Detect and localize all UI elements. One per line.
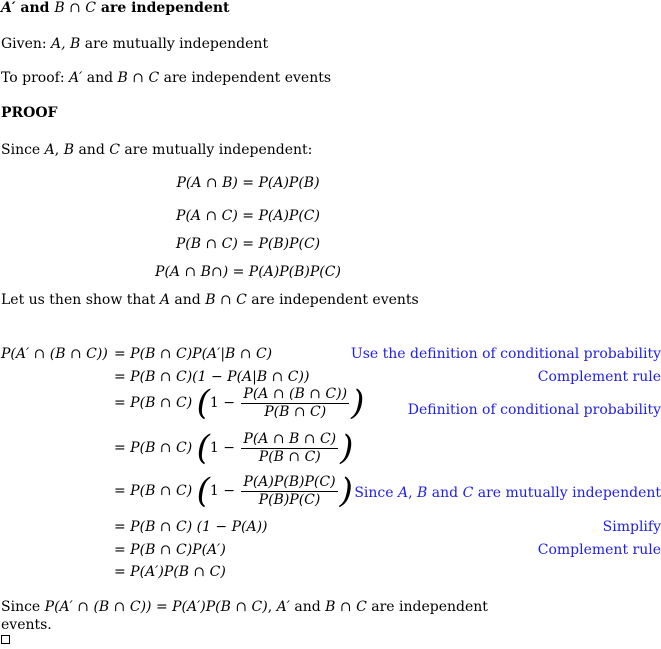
show-line: Let us then show that A and B ∩ C are in… [1, 293, 419, 307]
left-paren: ( [196, 383, 210, 423]
math-b-cap-c: B ∩ C [205, 292, 247, 308]
equation-ab: P(A ∩ B) = P(A)P(B) [176, 175, 320, 191]
derivation-lhs: P(A′ ∩ (B ∩ C)) [1, 346, 108, 362]
to-proof-line: To proof: A′ and B ∩ C are independent e… [1, 71, 331, 85]
left-paren: ( [196, 471, 210, 511]
one-minus: 1 − [209, 483, 235, 499]
derivation-step: = P(B ∩ C) (1 − P(A ∩ (B ∩ C)) P(B ∩ C)) [114, 386, 364, 420]
math-a-prime: A′ [69, 70, 83, 86]
math-c: C [462, 485, 474, 501]
proof-heading: PROOF [1, 105, 58, 121]
since-text: are mutually independent: [119, 142, 313, 158]
step-annotation: Since A, B and C are mutually independen… [354, 486, 661, 500]
fraction-denominator: P(B ∩ C) [258, 448, 321, 465]
to-proof-text: are independent events [159, 70, 332, 86]
math-b-cap-c: B ∩ C [117, 70, 160, 86]
math-a: A [398, 485, 409, 501]
note-text: , [408, 485, 418, 501]
derivation-step: = P(B ∩ C) (1 − P(A)P(B)P(C) P(B)P(C)) [114, 474, 353, 508]
math-a-prime: A′ [1, 0, 16, 16]
document-title: A′ and B ∩ C are independent [1, 1, 230, 15]
equation-bc: P(B ∩ C) = P(B)P(C) [175, 236, 321, 252]
derivation-step: = P(B ∩ C)(1 − P(A|B ∩ C)) [114, 369, 310, 385]
math-a-prime: A′ [276, 599, 290, 615]
title-text: are independent [96, 0, 230, 16]
fraction-numerator: P(A)P(B)P(C) [241, 474, 338, 492]
step-annotation: Use the definition of conditional probab… [350, 346, 661, 362]
to-proof-text: and [82, 70, 118, 86]
show-text: are independent events [246, 292, 419, 308]
conclusion-text: , [267, 599, 277, 615]
fraction-denominator: P(B ∩ C) [264, 403, 327, 420]
note-text: and [427, 485, 463, 501]
note-text: Since [354, 485, 398, 501]
math-b: B [63, 142, 74, 158]
derivation-step: = P(B ∩ C) (1 − P(A)) [114, 519, 268, 535]
conclusion-text: and [289, 599, 326, 615]
math-a: A [159, 292, 170, 308]
right-paren: ) [351, 383, 365, 423]
one-minus: 1 − [209, 440, 235, 456]
math-b-cap-c: B ∩ C [54, 0, 96, 16]
note-text: are mutually independent [473, 485, 661, 501]
conclusion-line: Since P(A′ ∩ (B ∩ C)) = P(A′)P(B ∩ C), A… [1, 600, 488, 614]
conclusion-text: Since [1, 599, 45, 615]
math-c: C [109, 142, 120, 158]
qed-square-icon [1, 635, 10, 644]
derivation-step: = P(A′)P(B ∩ C) [114, 564, 226, 580]
right-paren: ) [340, 428, 354, 468]
to-proof-label: To proof: [1, 70, 69, 86]
since-text: , [54, 142, 64, 158]
conclusion-line-2: events. [1, 617, 52, 633]
step-annotation: Definition of conditional probability [407, 402, 661, 418]
derivation-step: = P(B ∩ C)P(A′|B ∩ C) [114, 346, 273, 362]
step-prefix: = P(B ∩ C) [114, 395, 193, 411]
math-a-b: A, B [51, 36, 81, 52]
step-annotation: Simplify [602, 519, 661, 535]
fraction: P(A ∩ (B ∩ C)) P(B ∩ C) [241, 386, 350, 420]
show-text: Let us then show that [1, 292, 160, 308]
fraction: P(A)P(B)P(C) P(B)P(C) [241, 474, 338, 508]
given-text: are mutually independent [80, 36, 269, 52]
one-minus: 1 − [209, 395, 235, 411]
step-annotation: Complement rule [537, 369, 661, 385]
derivation-step: = P(B ∩ C) (1 − P(A ∩ B ∩ C) P(B ∩ C)) [114, 431, 353, 465]
conclusion-equation: P(A′ ∩ (B ∩ C)) = P(A′)P(B ∩ C) [44, 599, 268, 615]
since-line: Since A, B and C are mutually independen… [1, 143, 312, 157]
title-text: and [15, 0, 55, 16]
math-b: B [417, 485, 428, 501]
fraction-denominator: P(B)P(C) [258, 491, 321, 508]
given-label: Given: [1, 36, 52, 52]
since-text: Since [1, 142, 45, 158]
fraction: P(A ∩ B ∩ C) P(B ∩ C) [241, 431, 339, 465]
math-a: A [44, 142, 55, 158]
derivation-step: = P(B ∩ C)P(A′) [114, 542, 226, 558]
conclusion-text: are independent [366, 599, 488, 615]
given-line: Given: A, B are mutually independent [1, 37, 268, 51]
left-paren: ( [196, 428, 210, 468]
since-text: and [74, 142, 110, 158]
math-b-cap-c: B ∩ C [325, 599, 367, 615]
equation-ac: P(A ∩ C) = P(A)P(C) [176, 208, 320, 224]
show-text: and [169, 292, 206, 308]
right-paren: ) [339, 471, 353, 511]
step-annotation: Complement rule [537, 542, 661, 558]
step-prefix: = P(B ∩ C) [114, 483, 193, 499]
fraction-numerator: P(A ∩ (B ∩ C)) [241, 386, 350, 404]
equation-abc: P(A ∩ B∩) = P(A)P(B)P(C) [155, 264, 341, 280]
step-prefix: = P(B ∩ C) [114, 440, 193, 456]
fraction-numerator: P(A ∩ B ∩ C) [241, 431, 339, 449]
